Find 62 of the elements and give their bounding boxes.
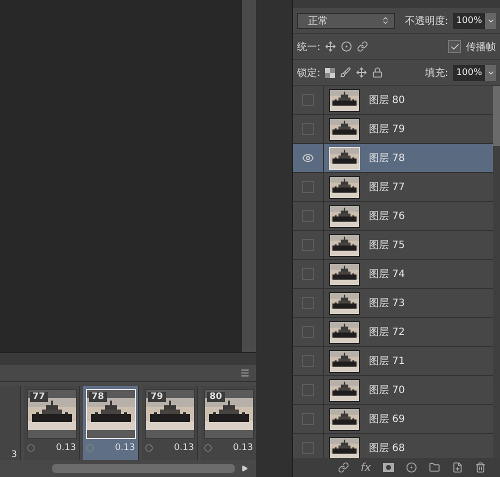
scrollbar-thumb[interactable] [52,464,235,472]
mask-icon[interactable] [383,463,394,472]
layer-style-button[interactable]: fx [360,461,371,474]
fill-label: 填充: [424,66,448,80]
link-icon[interactable] [338,462,349,473]
frame-delay[interactable]: 0.13 [114,443,135,453]
vertical-scrollbar[interactable] [242,0,256,352]
unify-label: 统一: [297,40,320,54]
new-layer-icon[interactable] [452,462,463,473]
opacity-label: 不透明度: [404,14,448,28]
move-icon[interactable] [356,67,368,78]
scroll-right-icon[interactable] [241,464,248,472]
checkerboard-icon[interactable] [325,68,336,78]
blend-mode-dropdown[interactable]: 正常 [297,12,395,28]
panel-menu-icon[interactable] [240,368,250,378]
layer-row[interactable]: 图层 71 [293,347,493,376]
fill-field[interactable]: 100% [453,64,496,80]
frame-number: 80 [206,392,226,402]
check-icon [450,42,460,52]
layer-row[interactable]: 图层 72 [293,318,493,347]
disposal-icon[interactable] [27,444,35,452]
lock-icon[interactable] [372,67,384,78]
disposal-icon[interactable] [145,444,153,452]
frame-delay[interactable]: 0.13 [232,443,253,453]
disposal-icon[interactable] [204,444,212,452]
propagate-checkbox[interactable] [448,40,461,53]
animation-frame[interactable]: 3 [0,386,21,460]
folder-icon[interactable] [429,462,440,473]
eye-icon[interactable] [302,152,314,164]
layer-row[interactable]: 图层 80 [293,86,493,115]
animation-frame[interactable]: 78 0.13 [83,386,139,460]
scrollbar-thumb[interactable] [493,86,500,146]
frame-number: 77 [30,392,48,402]
unify-style-icon[interactable] [357,41,368,52]
layer-row[interactable]: 图层 79 [293,115,493,144]
animation-frame[interactable]: 80 0.13 [201,386,257,460]
propagate-label: 传播帧 [466,40,496,54]
frame-delay[interactable]: 0.13 [56,443,76,453]
animation-frame[interactable]: 77 0.13 [24,386,80,460]
frame-delay[interactable]: 3 [11,450,17,460]
animation-frame[interactable]: 79 0.13 [142,386,198,460]
lock-label: 锁定: [297,66,320,80]
brush-icon[interactable] [340,67,352,78]
opacity-field[interactable]: 100% [453,12,496,28]
disposal-icon[interactable] [86,444,94,452]
layer-row[interactable]: 图层 78 [293,144,493,173]
unify-position-icon[interactable] [325,41,336,52]
layer-row[interactable]: 图层 69 [293,405,493,434]
layer-row[interactable]: 图层 76 [293,202,493,231]
horizontal-scrollbar[interactable] [0,352,256,365]
layer-row[interactable]: 图层 74 [293,260,493,289]
frame-number: 78 [88,392,108,402]
trash-icon[interactable] [475,462,486,473]
unify-visibility-icon[interactable] [341,41,352,52]
frame-delay[interactable]: 0.13 [174,443,194,453]
adjustment-icon[interactable] [406,462,417,473]
layer-row[interactable]: 图层 73 [293,289,493,318]
layer-row[interactable]: 图层 70 [293,376,493,405]
stepper-icon [380,16,390,25]
layer-row[interactable]: 图层 77 [293,173,493,202]
layer-row[interactable]: 图层 75 [293,231,493,260]
frame-number: 79 [148,392,166,402]
